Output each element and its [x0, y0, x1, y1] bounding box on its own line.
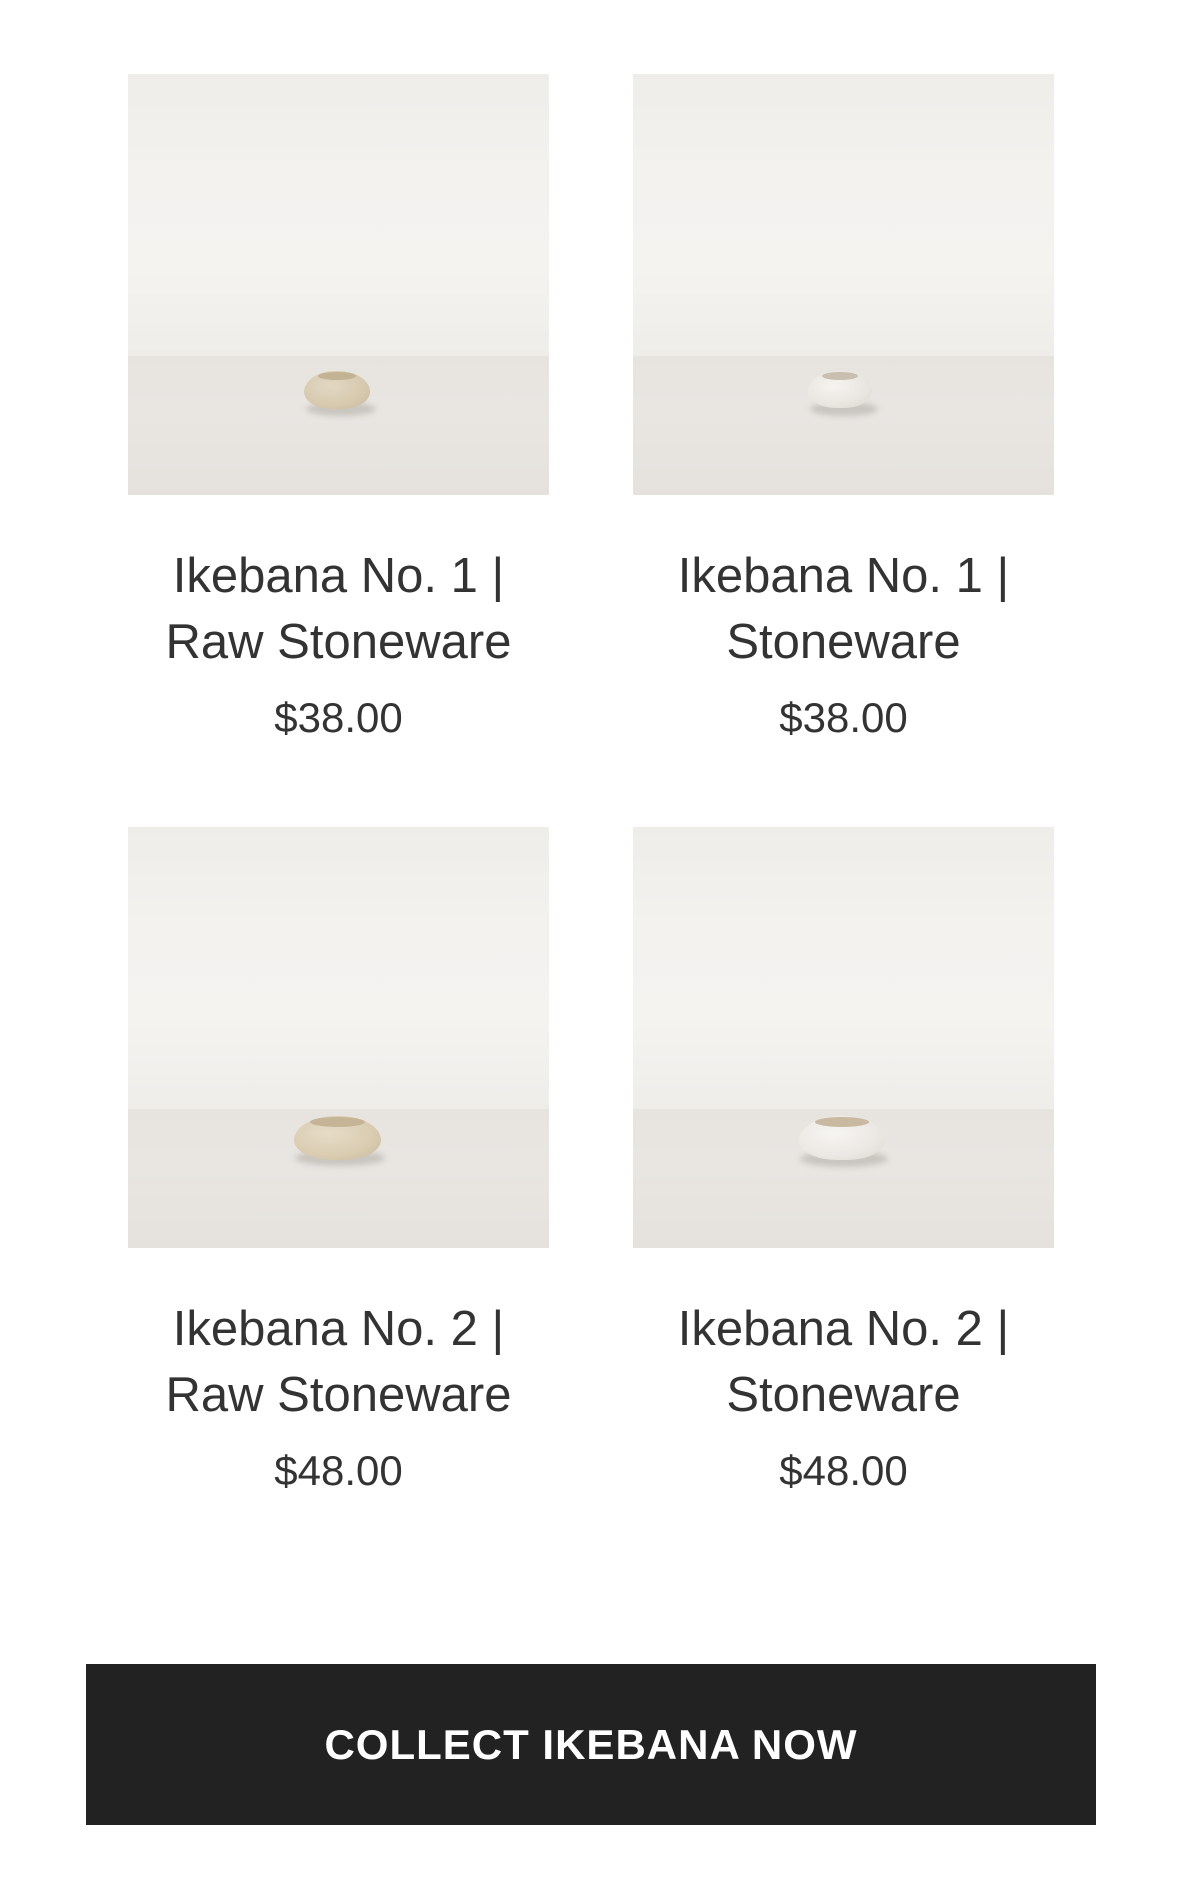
product-price: $38.00: [779, 694, 908, 741]
product-title[interactable]: Ikebana No. 1 | Raw Stoneware: [128, 543, 549, 675]
bowl-rim: [815, 1117, 869, 1127]
product-card: Ikebana No. 2 | Stoneware $48.00: [633, 827, 1054, 1496]
bowl-rim: [318, 372, 356, 380]
product-image[interactable]: [633, 827, 1054, 1248]
product-title[interactable]: Ikebana No. 2 | Raw Stoneware: [128, 1296, 549, 1428]
product-title[interactable]: Ikebana No. 1 | Stoneware: [633, 543, 1054, 675]
product-card: Ikebana No. 2 | Raw Stoneware $48.00: [128, 827, 549, 1496]
bowl-rim: [822, 372, 858, 380]
product-price: $38.00: [274, 694, 403, 741]
product-card: Ikebana No. 1 | Stoneware $38.00: [633, 74, 1054, 743]
product-price: $48.00: [274, 1447, 403, 1494]
product-image[interactable]: [128, 827, 549, 1248]
product-title[interactable]: Ikebana No. 2 | Stoneware: [633, 1296, 1054, 1428]
bowl-rim: [310, 1117, 365, 1127]
product-image[interactable]: [633, 74, 1054, 495]
product-image[interactable]: [128, 74, 549, 495]
product-price: $48.00: [779, 1447, 908, 1494]
product-card: Ikebana No. 1 | Raw Stoneware $38.00: [128, 74, 549, 743]
collect-ikebana-button[interactable]: COLLECT IKEBANA NOW: [86, 1664, 1096, 1825]
